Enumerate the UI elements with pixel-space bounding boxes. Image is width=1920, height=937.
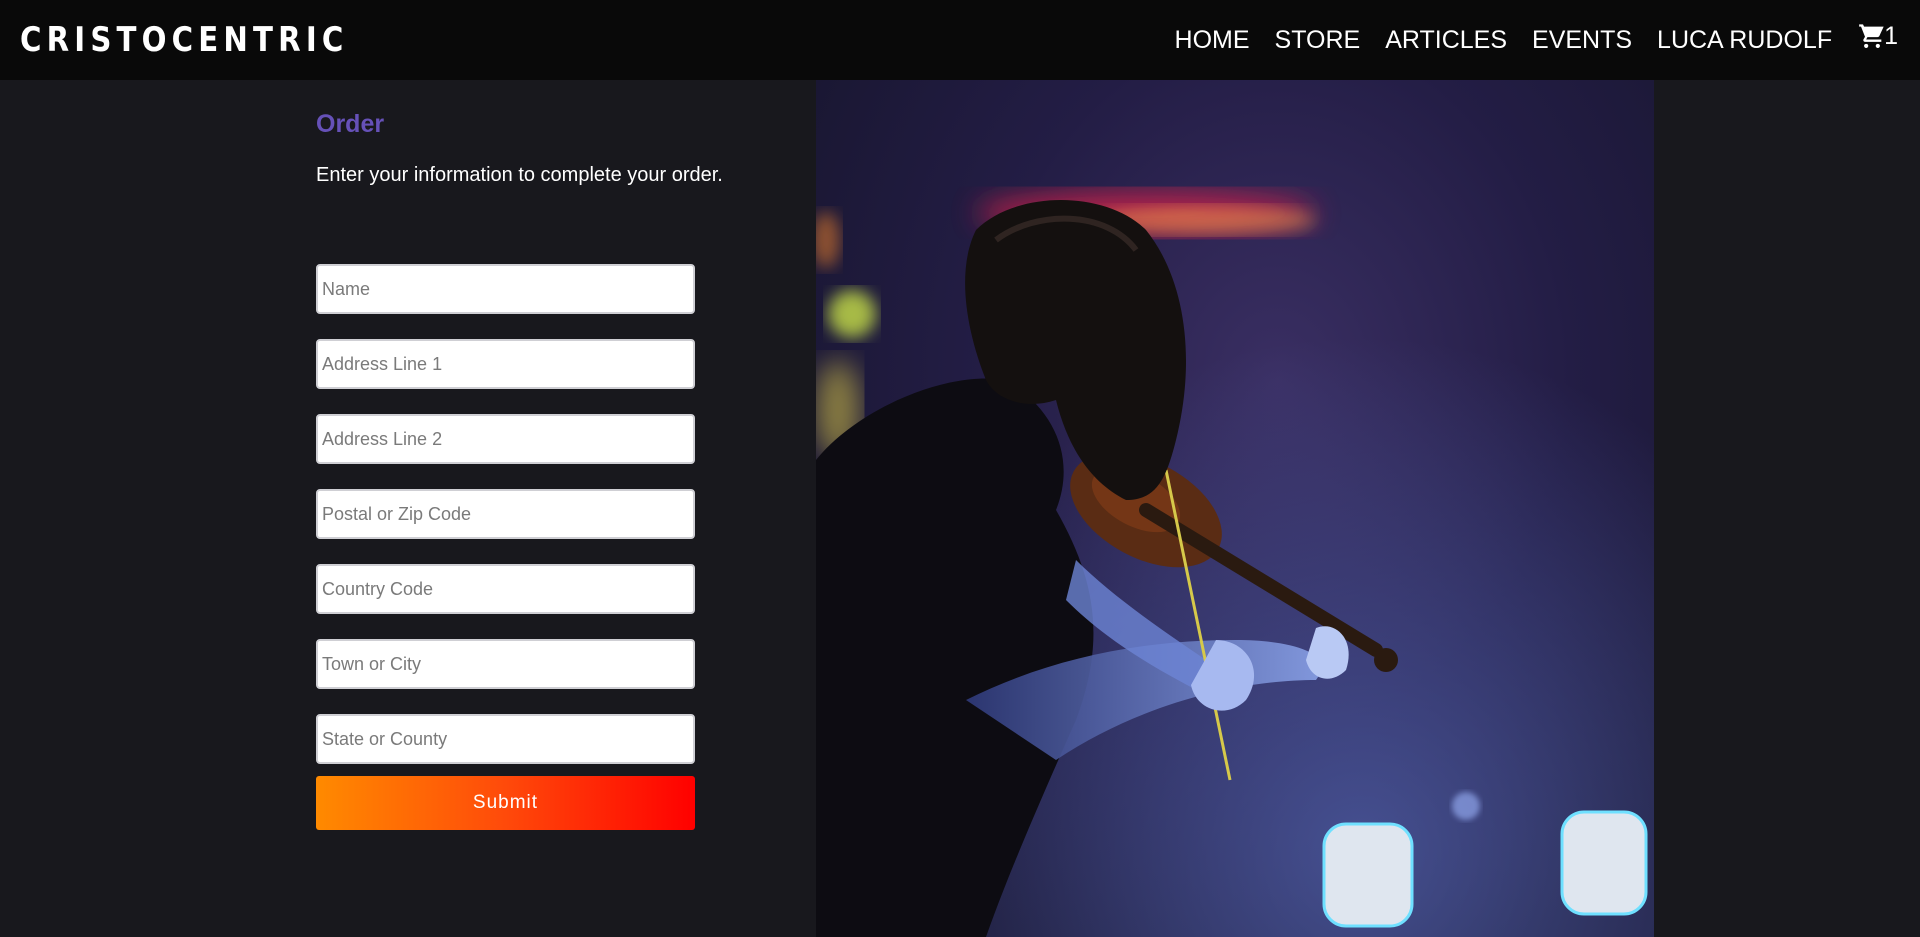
name-input[interactable] bbox=[316, 264, 695, 314]
address-line-1-input[interactable] bbox=[316, 339, 695, 389]
town-city-input[interactable] bbox=[316, 639, 695, 689]
nav-store[interactable]: STORE bbox=[1275, 0, 1361, 80]
nav-articles[interactable]: ARTICLES bbox=[1385, 0, 1507, 80]
submit-button[interactable]: Submit bbox=[316, 776, 695, 830]
cart-button[interactable]: 1 bbox=[1858, 22, 1898, 51]
cart-count: 1 bbox=[1884, 21, 1898, 50]
cart-icon bbox=[1858, 22, 1886, 50]
brand-logo[interactable]: CRISTOCENTRIC bbox=[20, 23, 349, 57]
violinist-photo bbox=[816, 80, 1654, 937]
order-title: Order bbox=[316, 110, 385, 138]
country-code-input[interactable] bbox=[316, 564, 695, 614]
violinist-illustration bbox=[816, 80, 1654, 937]
address-line-2-input[interactable] bbox=[316, 414, 695, 464]
nav-events[interactable]: EVENTS bbox=[1532, 0, 1632, 80]
nav-luca-rudolf[interactable]: LUCA RUDOLF bbox=[1657, 0, 1832, 80]
main-nav: HOME STORE ARTICLES EVENTS LUCA RUDOLF 1 bbox=[1150, 0, 1898, 80]
site-header: CRISTOCENTRIC HOME STORE ARTICLES EVENTS… bbox=[0, 0, 1920, 80]
nav-home[interactable]: HOME bbox=[1175, 0, 1250, 80]
postal-code-input[interactable] bbox=[316, 489, 695, 539]
state-county-input[interactable] bbox=[316, 714, 695, 764]
order-description: Enter your information to complete your … bbox=[316, 164, 723, 186]
